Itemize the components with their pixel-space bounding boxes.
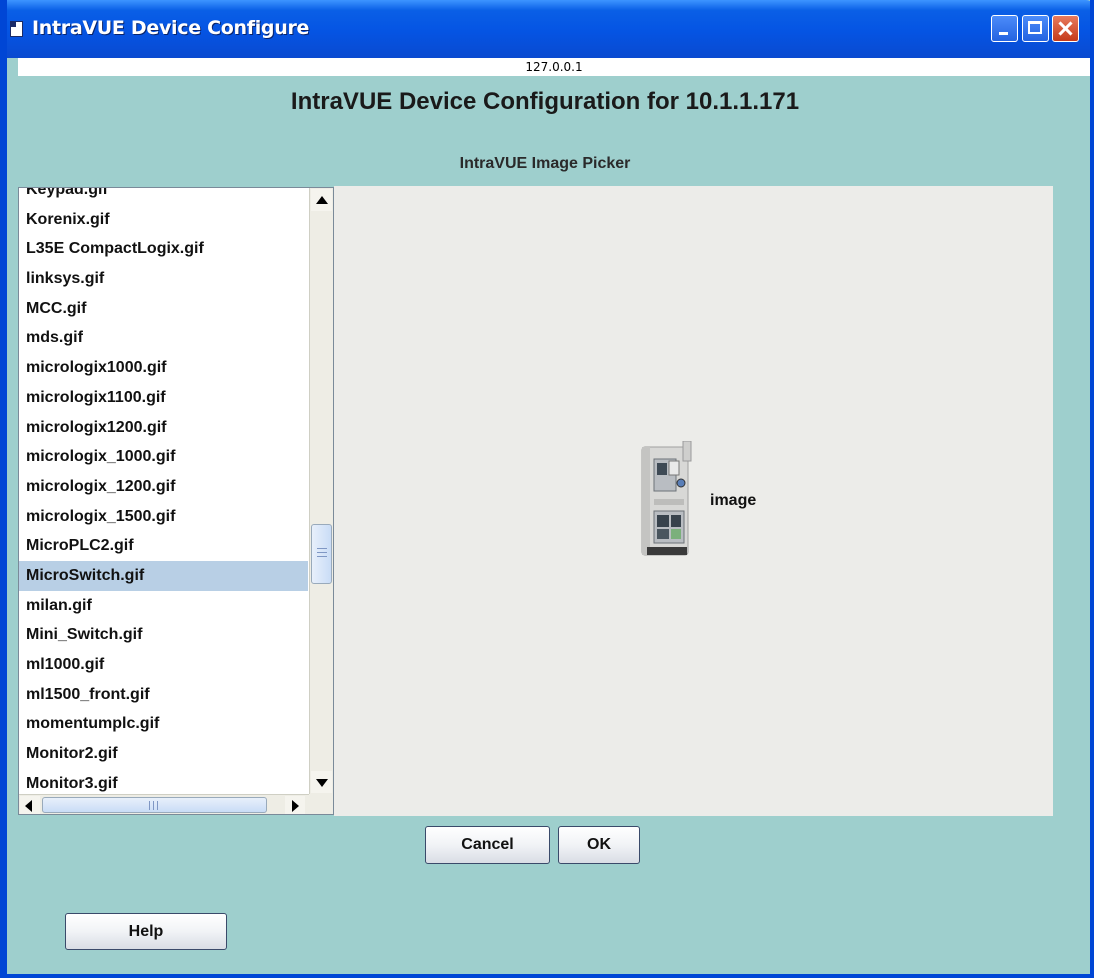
image-preview-panel: image	[334, 186, 1053, 816]
vertical-scrollbar[interactable]	[309, 188, 333, 794]
grip-line	[317, 556, 327, 557]
list-item[interactable]: MCC.gif	[19, 294, 308, 324]
list-item[interactable]: linksys.gif	[19, 264, 308, 294]
list-item[interactable]: micrologix_1500.gif	[19, 502, 308, 532]
list-item[interactable]: mds.gif	[19, 323, 308, 353]
list-item[interactable]: momentumplc.gif	[19, 709, 308, 739]
file-list-items: Keypad.gif Korenix.gif L35E CompactLogix.g…	[19, 188, 308, 814]
list-item[interactable]: micrologix_1200.gif	[19, 472, 308, 502]
grip-line	[317, 552, 327, 553]
micro-switch-device-icon	[641, 441, 692, 556]
window-icon	[10, 21, 23, 37]
image-picker-title: IntraVUE Image Picker	[459, 155, 631, 172]
arrow-left-icon	[25, 800, 32, 812]
horizontal-scrollbar[interactable]	[19, 794, 333, 814]
list-item[interactable]: Monitor2.gif	[19, 739, 308, 769]
page-title: IntraVUE Device Configuration for 10.1.1…	[290, 88, 800, 115]
minimize-button[interactable]	[991, 15, 1018, 42]
list-item[interactable]: MicroSwitch.gif	[19, 560, 308, 591]
arrow-down-icon	[316, 779, 328, 787]
grip-line	[317, 548, 327, 549]
help-button[interactable]: Help	[65, 913, 227, 950]
list-item[interactable]: ml1500_front.gif	[19, 680, 308, 710]
cancel-button[interactable]: Cancel	[425, 826, 550, 864]
maximize-button[interactable]	[1022, 15, 1049, 42]
list-item[interactable]: micrologix1000.gif	[19, 353, 308, 383]
list-item[interactable]: micrologix1200.gif	[19, 413, 308, 443]
list-item[interactable]: Keypad.gif	[19, 188, 308, 205]
list-item[interactable]: MicroPLC2.gif	[19, 531, 308, 561]
ok-button[interactable]: OK	[558, 826, 640, 864]
close-button[interactable]	[1052, 15, 1079, 42]
title-bar[interactable]: IntraVUE Device Configure	[7, 0, 1090, 58]
image-caption: image	[710, 492, 757, 509]
list-item[interactable]: ml1000.gif	[19, 650, 308, 680]
window-title: IntraVUE Device Configure	[32, 17, 310, 39]
scroll-down-button[interactable]	[311, 771, 332, 793]
scroll-left-button[interactable]	[20, 796, 40, 814]
scroll-right-button[interactable]	[285, 796, 305, 814]
list-item[interactable]: L35E CompactLogix.gif	[19, 234, 308, 264]
host-address: 127.0.0.1	[18, 58, 1090, 76]
list-item[interactable]: milan.gif	[19, 591, 308, 621]
grip-line	[153, 801, 154, 810]
vertical-scroll-thumb[interactable]	[311, 524, 332, 584]
list-item[interactable]: Mini_Switch.gif	[19, 620, 308, 650]
arrow-right-icon	[292, 800, 299, 812]
arrow-up-icon	[316, 196, 328, 204]
list-item[interactable]: micrologix_1000.gif	[19, 442, 308, 472]
scroll-up-button[interactable]	[311, 189, 332, 211]
list-item[interactable]: micrologix1100.gif	[19, 383, 308, 413]
horizontal-scroll-thumb[interactable]	[42, 797, 267, 813]
grip-line	[157, 801, 158, 810]
list-item[interactable]: Korenix.gif	[19, 205, 308, 235]
image-file-list[interactable]: Keypad.gif Korenix.gif L35E CompactLogix.g…	[18, 187, 334, 815]
device-configure-window: IntraVUE Device Configure 127.0.0.1 Intr…	[0, 0, 1094, 978]
grip-line	[149, 801, 150, 810]
scrollbar-corner	[309, 794, 333, 814]
